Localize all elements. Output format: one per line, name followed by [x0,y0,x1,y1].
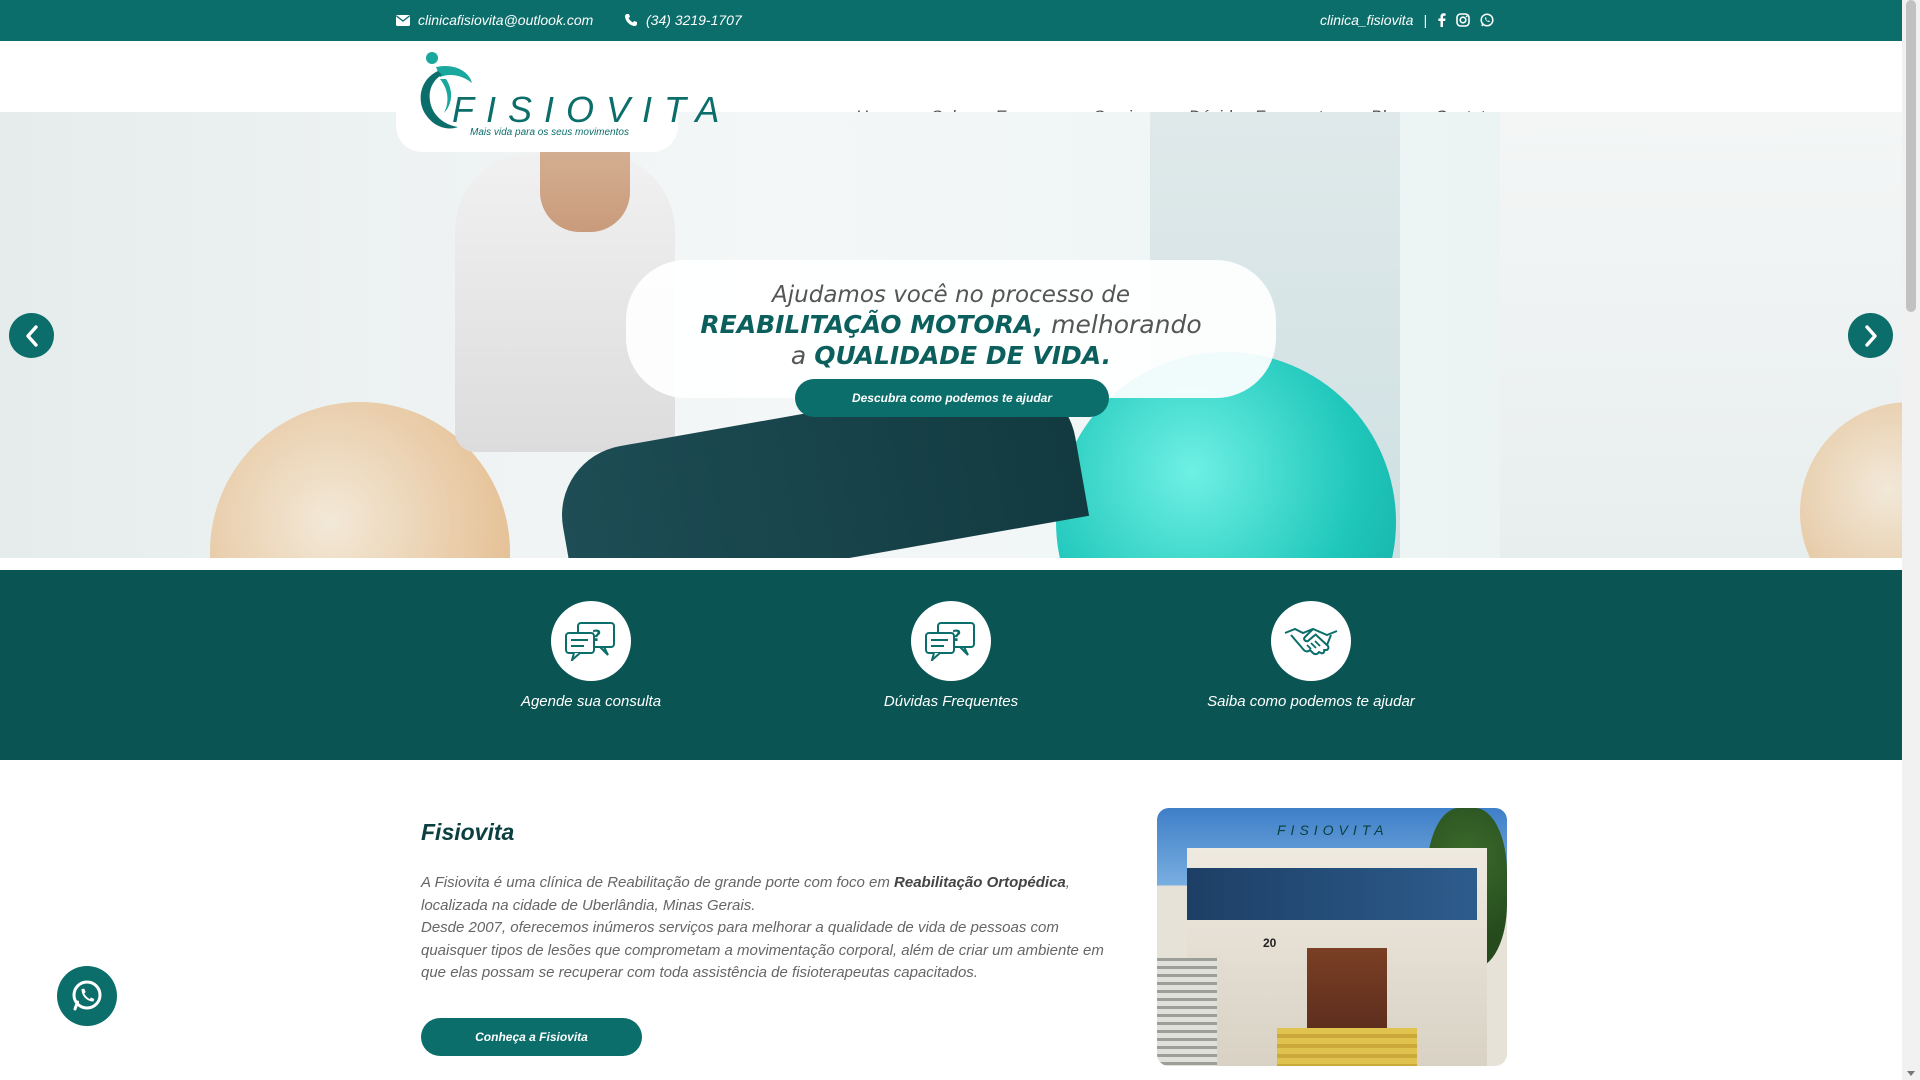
chat-question-icon: ? [925,622,975,661]
page-scrollbar[interactable] [1902,0,1920,1080]
feature-label: Dúvidas Frequentes [883,693,1019,710]
logo-name: FISIOVITA [452,89,732,130]
chevron-right-icon [1864,324,1877,347]
photo-gate [1157,958,1217,1066]
slider-next-button[interactable] [1848,313,1893,358]
feature-label: Agende sua consulta [520,693,662,710]
phone-contact[interactable]: (34) 3219-1707 [624,12,742,28]
about-p1-bold: Reabilitação Ortopédica [894,874,1066,891]
about-p1-post: , [1065,874,1070,891]
hero-line-3-pre: a [790,341,815,370]
slider-prev-button[interactable] [9,313,54,358]
instagram-icon[interactable] [1456,13,1470,27]
handshake-icon [1284,627,1338,656]
logo-tagline: Mais vida para os seus movimentos [470,127,629,138]
photo-steps [1277,1028,1417,1066]
photo-number: 20 [1263,936,1277,950]
chat-question-icon: ? [565,622,615,661]
photo-window-band [1187,868,1477,920]
feature-icon-circle: ? [911,601,991,681]
about-p1-pre: A Fisiovita é uma clínica de Reabilitaçã… [421,874,895,891]
instagram-handle[interactable]: clinica_fisiovita [1320,12,1413,28]
feature-duvidas[interactable]: ? Dúvidas Frequentes [821,601,1081,710]
about-p3: Desde 2007, oferecemos inúmeros serviços… [421,919,1104,981]
scroll-down-icon[interactable] [1907,1071,1915,1076]
hero-slider: Ajudamos você no processo de REABILITAÇÃ… [0,112,1902,558]
feature-label: Saiba como podemos te ajudar [1207,693,1415,710]
feature-icon-circle [1271,601,1351,681]
facebook-icon[interactable] [1437,13,1446,27]
hero-message-card: Ajudamos você no processo de REABILITAÇÃ… [626,260,1276,398]
about-cta-button[interactable]: Conheça a Fisiovita [421,1018,642,1056]
photo-sign: FISIOVITA [1277,822,1389,838]
hero-line-3: a QUALIDADE DE VIDA. [626,341,1276,370]
mail-icon [396,14,410,26]
hero-line-2-rest: melhorando [1043,310,1202,339]
whatsapp-float-button[interactable] [57,966,117,1026]
phone-text[interactable]: (34) 3219-1707 [646,12,742,28]
about-p2: localizada na cidade de Uberlândia, Mina… [421,896,756,914]
about-title: Fisiovita [421,819,515,845]
chevron-left-icon [25,324,38,347]
hero-line-1: Ajudamos você no processo de [772,282,1130,308]
top-bar: clinicafisiovita@outlook.com (34) 3219-1… [0,0,1902,41]
clinic-building-photo: FISIOVITA 20 [1157,808,1507,1066]
separator: | [1423,12,1427,28]
feature-agende[interactable]: ? Agende sua consulta [461,601,721,710]
feature-icon-circle: ? [551,601,631,681]
logo[interactable]: FISIOVITA Mais vida para os seus movimen… [396,41,719,152]
about-text: A Fisiovita é uma clínica de Reabilitaçã… [421,872,1111,985]
features-band: ? Agende sua consulta ? Dúvidas Frequent… [0,570,1902,760]
hero-line-2: REABILITAÇÃO MOTORA, melhorando [626,310,1276,339]
feature-saiba[interactable]: Saiba como podemos te ajudar [1181,601,1441,710]
hero-highlight-2: QUALIDADE DE VIDA. [814,341,1112,370]
whatsapp-icon[interactable] [1480,13,1494,27]
phone-icon [625,14,637,26]
email-contact[interactable]: clinicafisiovita@outlook.com [396,12,593,28]
hero-cta-button[interactable]: Descubra como podemos te ajudar [795,379,1109,417]
email-text[interactable]: clinicafisiovita@outlook.com [418,12,593,28]
scrollbar-thumb[interactable] [1906,0,1916,312]
hero-highlight-1: REABILITAÇÃO MOTORA, [700,310,1044,339]
site-header: Home Sobre a Empresa Serviços Dúvidas Fr… [0,41,1902,126]
whatsapp-icon [72,980,102,1011]
social-links: clinica_fisiovita | [1320,12,1494,28]
